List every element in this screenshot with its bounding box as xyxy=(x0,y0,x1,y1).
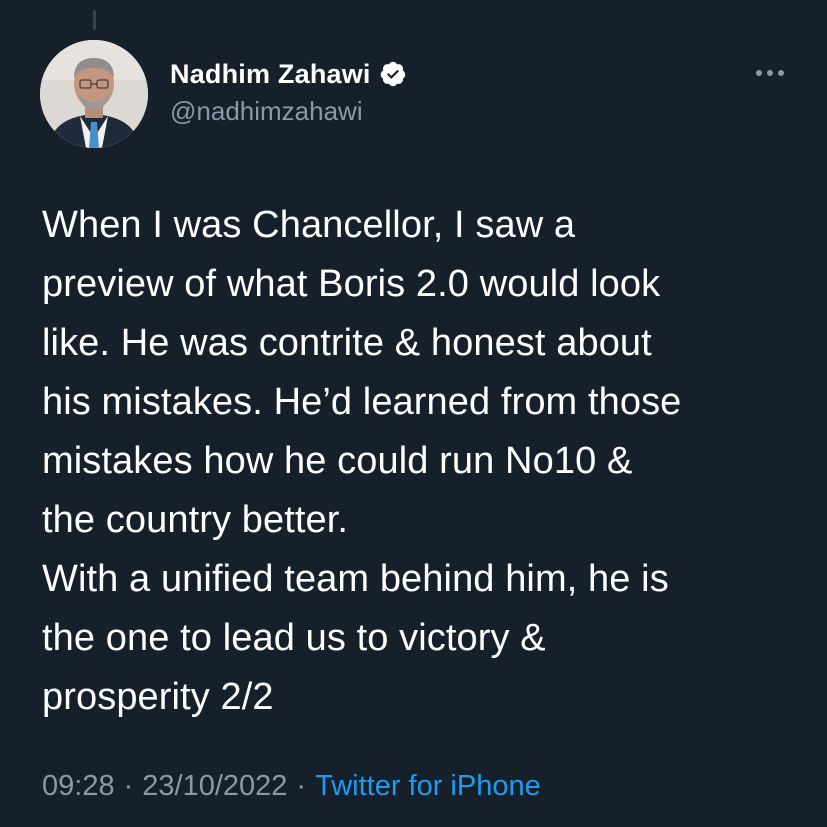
meta-separator: · xyxy=(123,770,134,802)
tweet-metadata: 09:28 · 23/10/2022 · Twitter for iPhone xyxy=(42,770,541,803)
avatar[interactable] xyxy=(40,40,148,148)
meta-separator: · xyxy=(296,770,307,802)
author-handle[interactable]: @nadhimzahawi xyxy=(170,96,363,127)
verified-badge-icon xyxy=(379,60,407,88)
author-display-name[interactable]: Nadhim Zahawi xyxy=(170,59,371,90)
tweet-date[interactable]: 23/10/2022 xyxy=(142,770,287,803)
tweet-text: When I was Chancellor, I saw a preview o… xyxy=(42,204,682,718)
tweet-source-link[interactable]: Twitter for iPhone xyxy=(315,770,541,803)
ellipsis-icon xyxy=(756,70,784,76)
thread-connector-line xyxy=(93,10,96,30)
avatar-photo xyxy=(40,40,148,148)
tweet-time[interactable]: 09:28 xyxy=(42,770,115,803)
author-name-row: Nadhim Zahawi xyxy=(170,56,407,92)
more-options-button[interactable] xyxy=(748,58,792,88)
